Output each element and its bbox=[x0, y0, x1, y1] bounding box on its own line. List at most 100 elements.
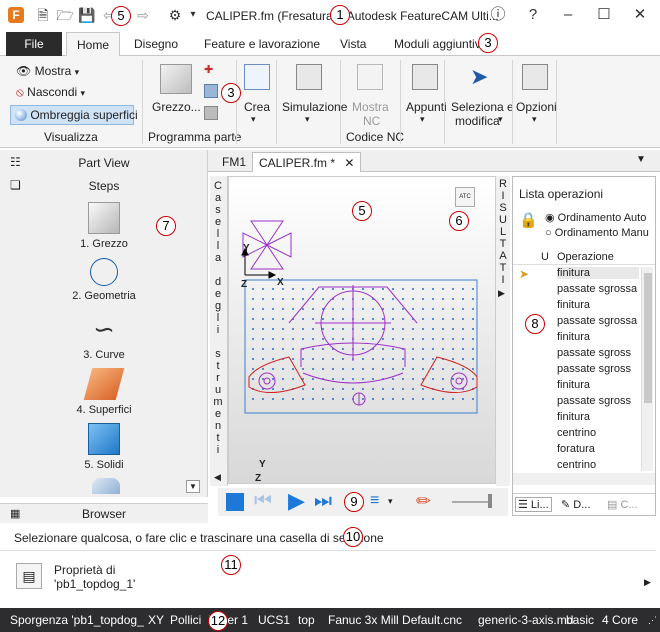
scrollbar-thumb[interactable] bbox=[644, 273, 652, 403]
step-forward-icon[interactable]: ⏭ bbox=[314, 490, 332, 513]
tab-codice[interactable]: ▤ C... bbox=[607, 498, 638, 511]
column-u-header[interactable]: U bbox=[541, 251, 549, 263]
app-logo-icon[interactable]: F bbox=[8, 7, 24, 23]
tab-dettagli[interactable]: ✎ D... bbox=[561, 498, 590, 511]
stop-icon[interactable] bbox=[226, 493, 244, 511]
doc-tab-caliper[interactable]: CALIPER.fm * ✕ bbox=[252, 152, 362, 172]
save-icon[interactable]: 💾 bbox=[78, 6, 96, 24]
vertical-letter: g bbox=[214, 300, 222, 312]
close-tab-icon[interactable]: ✕ bbox=[344, 156, 354, 170]
oplist-hscrollbar[interactable] bbox=[513, 473, 655, 485]
grid-dot bbox=[442, 308, 444, 310]
operation-row[interactable]: finitura bbox=[557, 267, 639, 279]
help-search-icon[interactable]: ⓘ bbox=[486, 4, 510, 26]
grid-dot bbox=[402, 318, 404, 320]
step-grezzo[interactable]: 1. Grezzo bbox=[0, 202, 208, 250]
steps-header[interactable]: Steps bbox=[0, 175, 208, 197]
operation-row[interactable]: passate sgross bbox=[557, 347, 631, 359]
quick-access-dropdown-icon[interactable]: ▾ bbox=[184, 6, 202, 24]
operation-row[interactable]: passate sgross bbox=[557, 395, 631, 407]
results-strip[interactable]: RISULTATI ▶ bbox=[496, 176, 510, 486]
operation-row[interactable]: centrino bbox=[557, 459, 596, 471]
tab-vista[interactable]: Vista bbox=[330, 32, 376, 56]
resize-grip-icon[interactable]: ⋰ bbox=[648, 608, 657, 632]
oplist-scrollbar[interactable] bbox=[641, 267, 653, 471]
axis-x-label: X bbox=[277, 277, 284, 288]
collapse-left-icon[interactable]: ◀ bbox=[214, 472, 221, 483]
minimize-icon[interactable]: – bbox=[556, 4, 580, 26]
chevron-down-icon[interactable]: ▾ bbox=[388, 496, 393, 507]
simulazione-button[interactable]: Simulazione bbox=[282, 100, 347, 114]
open-file-icon[interactable]: 🗁 bbox=[56, 6, 74, 24]
radio-ordinamento-manuale[interactable]: ○ Ordinamento Manu bbox=[545, 227, 649, 239]
step-solidi[interactable]: 5. Solidi bbox=[0, 423, 208, 471]
status-view[interactable]: top bbox=[298, 608, 315, 632]
lock-icon[interactable]: 🔒 bbox=[519, 211, 538, 229]
status-plane[interactable]: XY bbox=[148, 608, 164, 632]
tab-feature-lavorazione[interactable]: Feature e lavorazione bbox=[194, 32, 330, 56]
tab-file[interactable]: File bbox=[6, 32, 62, 56]
status-ucs[interactable]: UCS1 bbox=[258, 608, 290, 632]
properties-button[interactable]: ▤ bbox=[16, 563, 42, 589]
toolbox-strip[interactable]: Caselladeglistrumenti ◀ bbox=[210, 176, 228, 486]
speed-slider-track[interactable] bbox=[452, 501, 492, 503]
expand-right-icon[interactable]: ▶ bbox=[498, 288, 505, 299]
eraser-icon[interactable]: ✏ bbox=[416, 491, 431, 512]
part-view-header[interactable]: Part View bbox=[0, 152, 208, 174]
speed-slider-thumb[interactable] bbox=[488, 494, 492, 508]
setup-icon[interactable] bbox=[204, 84, 218, 98]
appunti-button[interactable]: Appunti bbox=[406, 100, 447, 114]
operation-row[interactable]: finitura bbox=[557, 299, 590, 311]
operation-row[interactable]: finitura bbox=[557, 411, 590, 423]
operation-row[interactable]: passate sgrossa bbox=[557, 283, 637, 295]
operation-row[interactable]: passate sgross bbox=[557, 363, 631, 375]
tab-home[interactable]: Home bbox=[66, 32, 121, 57]
operation-row[interactable]: finitura bbox=[557, 331, 590, 343]
nascondi-button[interactable]: ⦸ Nascondi ▾ bbox=[16, 85, 85, 100]
scroll-down-button[interactable]: ▼ bbox=[186, 480, 200, 493]
tab-lista[interactable]: ☰ Li... bbox=[515, 497, 552, 512]
column-operazione-header[interactable]: Operazione bbox=[557, 251, 614, 263]
crea-button[interactable]: Crea bbox=[244, 100, 270, 114]
opzioni-button[interactable]: Opzioni bbox=[516, 100, 557, 114]
stock-cube-icon bbox=[160, 64, 192, 94]
maximize-icon[interactable]: ☐ bbox=[592, 4, 616, 26]
status-post-processor[interactable]: Fanuc 3x Mill Default.cnc bbox=[328, 608, 462, 632]
coordinate-axes-icon[interactable]: ✚ bbox=[204, 63, 218, 77]
callout-5-viewport: 5 bbox=[352, 201, 372, 221]
play-icon[interactable]: ▶ bbox=[288, 488, 305, 514]
operation-row[interactable]: passate sgrossa bbox=[557, 315, 637, 327]
tool-icon[interactable] bbox=[204, 106, 218, 120]
operation-row[interactable]: finitura bbox=[557, 379, 590, 391]
tab-disegno[interactable]: Disegno bbox=[124, 32, 188, 56]
status-units[interactable]: Pollici bbox=[170, 608, 201, 632]
grid-dot bbox=[432, 308, 434, 310]
status-sporgenza: Sporgenza 'pb1_topdog_1' bbox=[10, 613, 144, 627]
mostra-nc-button[interactable]: Mostra bbox=[352, 100, 389, 114]
status-machine-def[interactable]: generic-3-axis.md bbox=[478, 608, 573, 632]
operation-row[interactable]: foratura bbox=[557, 443, 595, 455]
ombreggia-superfici-button[interactable]: Ombreggia superfici bbox=[10, 105, 138, 125]
question-circle-icon[interactable]: ? bbox=[521, 4, 545, 26]
redo-icon[interactable]: ⇨ bbox=[134, 6, 152, 24]
properties-scroll-right-icon[interactable]: ▶ bbox=[644, 577, 651, 588]
doc-tab-fm1[interactable]: FM1 bbox=[216, 152, 252, 172]
step-back-icon[interactable]: ⏮ bbox=[254, 490, 272, 513]
step-curve[interactable]: ∽ 3. Curve bbox=[0, 313, 208, 361]
operation-row[interactable]: centrino bbox=[557, 427, 596, 439]
step-geometria[interactable]: 2. Geometria bbox=[0, 258, 208, 302]
tab-list-dropdown-icon[interactable]: ▼ bbox=[636, 154, 646, 165]
settings-gear-icon[interactable]: ⚙ bbox=[166, 6, 184, 24]
browser-header[interactable]: Browser bbox=[0, 507, 208, 521]
speed-dropdown-icon[interactable]: ≡ bbox=[370, 492, 379, 510]
grid-dot bbox=[412, 398, 414, 400]
radio-ordinamento-auto[interactable]: ◉ Ordinamento Auto bbox=[545, 211, 646, 224]
grezzo-button[interactable]: Grezzo... bbox=[152, 100, 201, 114]
step-superfici[interactable]: 4. Superfici bbox=[0, 368, 208, 416]
seleziona-modifica-button[interactable]: Seleziona e bbox=[451, 100, 514, 114]
mostra-button[interactable]: 👁 Mostra ▾ bbox=[16, 64, 79, 78]
new-file-icon[interactable]: 🗎 bbox=[34, 6, 52, 24]
operation-list-panel: Lista operazioni 🔒 ◉ Ordinamento Auto ○ … bbox=[512, 176, 656, 516]
tab-moduli-aggiuntivi[interactable]: Moduli aggiuntivi bbox=[384, 32, 493, 56]
close-icon[interactable]: ✕ bbox=[628, 4, 652, 26]
